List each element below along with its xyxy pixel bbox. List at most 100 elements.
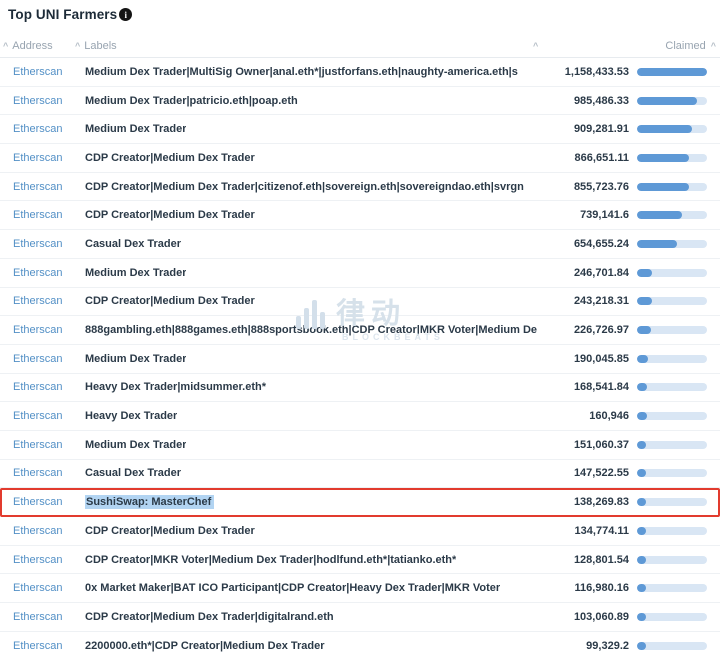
etherscan-link[interactable]: Etherscan (13, 353, 63, 365)
sort-caret-claimed-value-icon[interactable]: ^ (533, 41, 538, 51)
column-header-labels[interactable]: ^ Labels (75, 40, 517, 52)
table-row: Etherscan CDP Creator|Medium Dex Trader … (0, 144, 720, 173)
etherscan-link[interactable]: Etherscan (13, 640, 63, 652)
claimed-value: 116,980.16 (574, 582, 629, 595)
etherscan-link[interactable]: Etherscan (13, 95, 63, 107)
etherscan-link[interactable]: Etherscan (13, 439, 63, 451)
row-labels: Medium Dex Trader|MultiSig Owner|anal.et… (85, 65, 518, 78)
claimed-value: 909,281.91 (573, 123, 629, 136)
claimed-bar-track (637, 239, 707, 248)
table-row: Etherscan Casual Dex Trader 654,655.24 (0, 230, 720, 259)
claimed-bar-fill (637, 383, 648, 392)
etherscan-link[interactable]: Etherscan (13, 324, 63, 336)
etherscan-link[interactable]: Etherscan (13, 410, 63, 422)
etherscan-link[interactable]: Etherscan (13, 381, 63, 393)
claimed-bar-track (637, 326, 707, 335)
column-header-claimed[interactable]: Claimed ^ (633, 40, 720, 52)
row-labels: CDP Creator|Medium Dex Trader|digitalran… (85, 610, 334, 623)
claimed-value: 243,218.31 (573, 295, 629, 308)
claimed-value: 1,158,433.53 (564, 65, 629, 78)
claimed-bar-track (637, 96, 707, 105)
etherscan-link[interactable]: Etherscan (13, 66, 63, 78)
etherscan-link[interactable]: Etherscan (13, 209, 63, 221)
table-row: Etherscan CDP Creator|MKR Voter|Medium D… (0, 546, 720, 575)
claimed-value: 128,801.54 (573, 553, 629, 566)
claimed-bar-fill (637, 211, 682, 220)
claimed-bar-track (637, 153, 707, 162)
table-row: Etherscan Medium Dex Trader 909,281.91 (0, 115, 720, 145)
table-body: Etherscan Medium Dex Trader|MultiSig Own… (0, 58, 720, 654)
sort-caret-labels-icon[interactable]: ^ (75, 41, 80, 51)
column-header-address-label: Address (12, 40, 53, 52)
etherscan-link[interactable]: Etherscan (13, 525, 63, 537)
row-labels: CDP Creator|Medium Dex Trader|citizenof.… (85, 180, 524, 193)
table-row: Etherscan Medium Dex Trader 190,045.85 (0, 345, 720, 374)
row-labels: Medium Dex Trader (85, 352, 187, 365)
table-row: Etherscan 0x Market Maker|BAT ICO Partic… (0, 574, 720, 604)
etherscan-link[interactable]: Etherscan (13, 554, 63, 566)
etherscan-link[interactable]: Etherscan (13, 582, 63, 594)
claimed-bar-fill (637, 354, 649, 363)
sort-caret-claimed-icon[interactable]: ^ (711, 41, 716, 51)
row-labels: Medium Dex Trader (85, 123, 187, 136)
table-row: Etherscan Medium Dex Trader|MultiSig Own… (0, 58, 720, 87)
etherscan-link[interactable]: Etherscan (13, 267, 63, 279)
row-labels: Medium Dex Trader|patricio.eth|poap.eth (85, 94, 298, 107)
claimed-value: 739,141.6 (580, 209, 629, 222)
table-header: ^ Address ^ Labels ^ Claimed ^ (0, 35, 720, 58)
claimed-bar-fill (637, 641, 646, 650)
row-labels: Medium Dex Trader (85, 266, 187, 279)
etherscan-link[interactable]: Etherscan (13, 238, 63, 250)
claimed-bar-fill (637, 584, 646, 593)
row-labels: Medium Dex Trader (85, 438, 187, 451)
claimed-bar-fill (637, 412, 647, 421)
etherscan-link[interactable]: Etherscan (13, 496, 63, 508)
column-header-claimed-value[interactable]: ^ (517, 40, 625, 52)
sort-caret-address-icon[interactable]: ^ (3, 41, 8, 51)
table-row: Etherscan 2200000.eth*|CDP Creator|Mediu… (0, 632, 720, 654)
claimed-bar-track (637, 354, 707, 363)
column-header-claimed-label: Claimed (665, 40, 706, 52)
claimed-value: 866,651.11 (574, 151, 629, 164)
etherscan-link[interactable]: Etherscan (13, 152, 63, 164)
page-title: Top UNI Farmers (8, 7, 118, 22)
row-labels: CDP Creator|Medium Dex Trader (85, 524, 255, 537)
row-labels: CDP Creator|Medium Dex Trader (85, 151, 255, 164)
row-labels: CDP Creator|Medium Dex Trader (85, 295, 255, 308)
etherscan-link[interactable]: Etherscan (13, 181, 63, 193)
row-labels: Casual Dex Trader (85, 237, 181, 250)
claimed-value: 855,723.76 (573, 180, 629, 193)
claimed-value: 190,045.85 (573, 352, 629, 365)
claimed-bar-fill (637, 268, 652, 277)
top-uni-farmers-panel: Top UNI Farmers i ^ Address ^ Labels ^ C… (0, 0, 720, 654)
table-row: Etherscan Medium Dex Trader|patricio.eth… (0, 87, 720, 116)
claimed-bar-track (637, 67, 707, 76)
claimed-bar-track (637, 211, 707, 220)
etherscan-link[interactable]: Etherscan (13, 123, 63, 135)
row-labels: Casual Dex Trader (85, 467, 181, 480)
claimed-value: 151,060.37 (573, 438, 629, 451)
claimed-bar-fill (637, 326, 651, 335)
column-header-address[interactable]: ^ Address (0, 40, 75, 52)
table-row: Etherscan Medium Dex Trader 246,701.84 (0, 259, 720, 288)
etherscan-link[interactable]: Etherscan (13, 611, 63, 623)
claimed-value: 226,726.97 (573, 324, 629, 337)
row-labels: CDP Creator|Medium Dex Trader (85, 209, 255, 222)
table-row: Etherscan CDP Creator|Medium Dex Trader … (0, 201, 720, 231)
claimed-bar-fill (637, 297, 652, 306)
info-icon[interactable]: i (119, 8, 133, 21)
claimed-bar-track (637, 469, 707, 478)
row-labels: CDP Creator|MKR Voter|Medium Dex Trader|… (85, 553, 457, 566)
claimed-value: 103,060.89 (573, 610, 629, 623)
etherscan-link[interactable]: Etherscan (13, 467, 63, 479)
claimed-bar-fill (637, 96, 697, 105)
claimed-bar-fill (637, 182, 689, 191)
row-labels: 0x Market Maker|BAT ICO Participant|CDP … (85, 582, 501, 595)
claimed-value: 246,701.84 (573, 266, 629, 279)
claimed-bar-fill (637, 440, 647, 449)
claimed-bar-fill (637, 498, 646, 507)
claimed-bar-track (637, 641, 707, 650)
table-row: Etherscan CDP Creator|Medium Dex Trader|… (0, 603, 720, 632)
claimed-bar-fill (637, 67, 707, 76)
etherscan-link[interactable]: Etherscan (13, 295, 63, 307)
